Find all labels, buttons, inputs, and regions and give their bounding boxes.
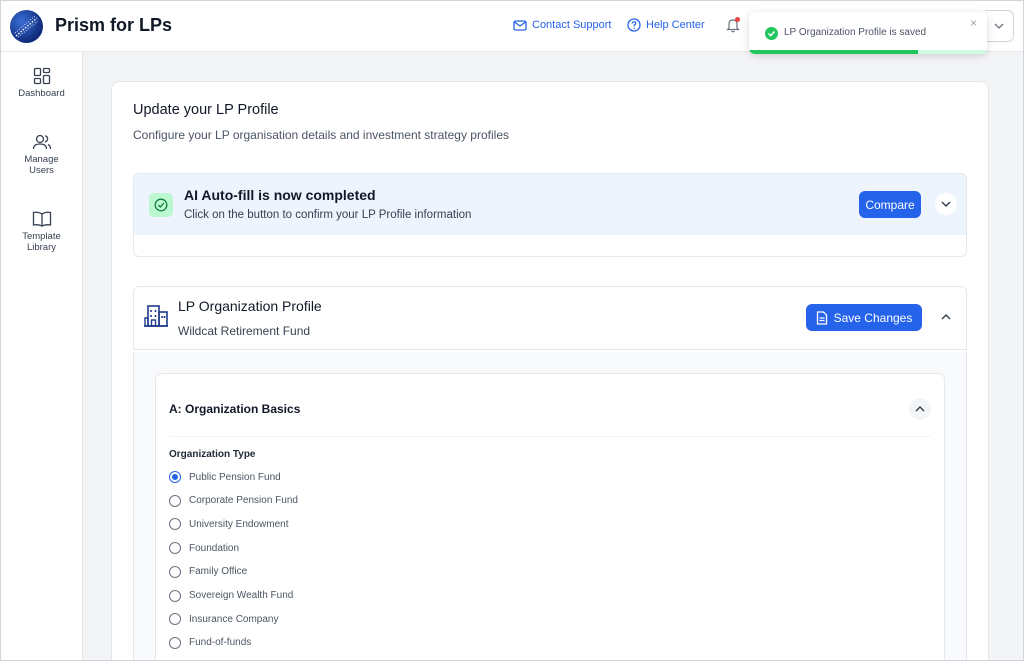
sidebar-item-label: Manage Users bbox=[24, 154, 59, 176]
radio-label: Fund-of-funds bbox=[189, 637, 252, 649]
account-dropdown[interactable] bbox=[985, 10, 1014, 42]
save-changes-label: Save Changes bbox=[833, 310, 913, 325]
radio-option[interactable]: Sovereign Wealth Fund bbox=[169, 588, 293, 604]
users-icon bbox=[32, 134, 51, 150]
radio-label: Sovereign Wealth Fund bbox=[189, 590, 294, 601]
toast-message: LP Organization Profile is saved bbox=[784, 27, 927, 38]
radio-label: Family Office bbox=[189, 566, 248, 578]
sidebar-item-label: Dashboard bbox=[18, 88, 65, 99]
compare-button-label: Compare bbox=[865, 197, 915, 212]
chevron-down-icon bbox=[994, 23, 1004, 29]
contact-support-link[interactable]: Contact Support bbox=[513, 18, 612, 32]
book-icon bbox=[32, 211, 51, 227]
chevron-up-icon bbox=[941, 313, 951, 320]
check-circle-icon bbox=[765, 27, 778, 40]
app-title: Prism for LPs bbox=[55, 15, 173, 35]
radio-option[interactable]: Fund-of-funds bbox=[169, 635, 251, 651]
section-title: A: Organization Basics bbox=[169, 402, 301, 416]
sidebar-item-dashboard[interactable]: Dashboard bbox=[0, 67, 83, 99]
sidebar-item-label: Template Library bbox=[22, 231, 61, 253]
help-circle-icon bbox=[627, 18, 641, 32]
ai-banner-toggle[interactable] bbox=[935, 193, 957, 215]
org-profile-toggle[interactable] bbox=[935, 306, 957, 328]
toast-close-button[interactable]: × bbox=[970, 16, 977, 30]
radio-button[interactable] bbox=[169, 589, 181, 602]
radio-button[interactable] bbox=[169, 613, 181, 626]
section-divider bbox=[169, 436, 931, 437]
radio-button[interactable] bbox=[169, 494, 181, 507]
radio-option[interactable]: Family Office bbox=[169, 564, 247, 580]
help-center-label: Help Center bbox=[646, 19, 705, 31]
save-changes-button[interactable]: Save Changes bbox=[806, 304, 922, 331]
radio-option[interactable]: Insurance Company bbox=[169, 611, 279, 627]
org-fund-name: Wildcat Retirement Fund bbox=[178, 324, 311, 338]
chevron-down-icon bbox=[941, 201, 951, 208]
dashboard-icon bbox=[33, 67, 50, 85]
radio-button[interactable] bbox=[169, 565, 181, 578]
ai-banner-subtitle: Click on the button to confirm your LP P… bbox=[184, 209, 472, 221]
success-toast: LP Organization Profile is saved × bbox=[749, 12, 987, 54]
document-icon bbox=[816, 310, 827, 325]
organization-type-label: Organization Type bbox=[169, 449, 256, 460]
org-profile-title: LP Organization Profile bbox=[178, 298, 322, 314]
page-subtitle: Configure your LP organisation details a… bbox=[133, 128, 509, 142]
radio-button[interactable] bbox=[169, 518, 181, 531]
sidebar: Dashboard Manage Users Template Library bbox=[0, 52, 83, 661]
radio-label: Insurance Company bbox=[189, 613, 279, 625]
radio-option[interactable]: University Endowment bbox=[169, 516, 288, 532]
building-icon bbox=[144, 305, 168, 327]
radio-label: Corporate Pension Fund bbox=[189, 495, 298, 507]
section-toggle[interactable] bbox=[909, 398, 931, 420]
sidebar-item-template-library[interactable]: Template Library bbox=[0, 210, 83, 253]
radio-button[interactable] bbox=[169, 542, 181, 555]
ai-autofill-banner bbox=[134, 174, 966, 235]
check-circle-icon bbox=[149, 193, 173, 217]
radio-label: Foundation bbox=[189, 542, 240, 554]
mail-icon bbox=[513, 20, 527, 31]
notification-dot bbox=[735, 17, 740, 22]
page-title: Update your LP Profile bbox=[133, 102, 279, 118]
globe-logo-icon[interactable] bbox=[10, 10, 43, 43]
radio-option[interactable]: Foundation bbox=[169, 540, 239, 556]
radio-option[interactable]: Public Pension Fund bbox=[169, 469, 281, 485]
toast-progress-bar bbox=[749, 50, 918, 54]
chevron-up-icon bbox=[915, 405, 925, 412]
radio-label: Public Pension Fund bbox=[189, 471, 281, 483]
sidebar-item-manage-users[interactable]: Manage Users bbox=[0, 133, 83, 176]
compare-button[interactable]: Compare bbox=[859, 191, 921, 218]
radio-button[interactable] bbox=[169, 471, 181, 483]
contact-support-label: Contact Support bbox=[532, 19, 612, 31]
help-center-link[interactable]: Help Center bbox=[627, 18, 705, 32]
radio-label: University Endowment bbox=[189, 518, 289, 530]
radio-button[interactable] bbox=[169, 636, 181, 649]
ai-banner-title: AI Auto-fill is now completed bbox=[184, 187, 376, 203]
radio-option[interactable]: Corporate Pension Fund bbox=[169, 493, 298, 509]
